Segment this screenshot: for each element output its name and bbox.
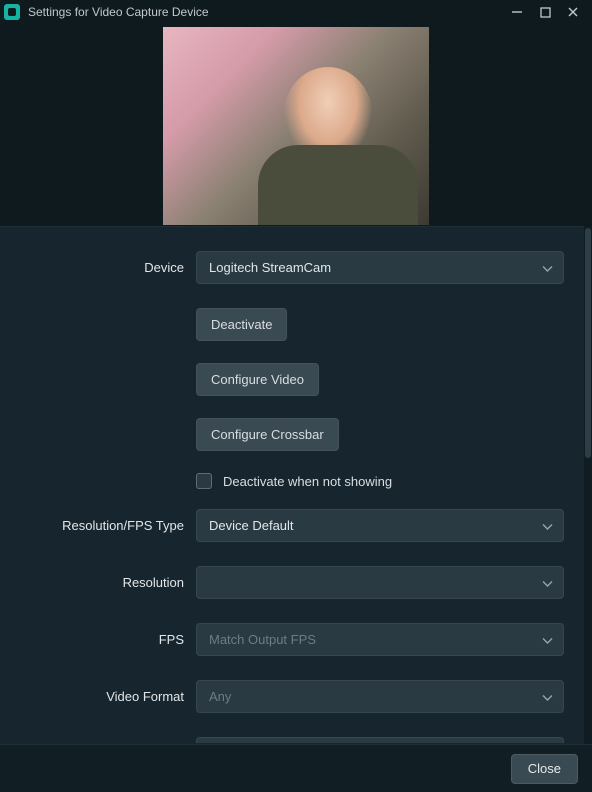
scrollbar-thumb[interactable] [585, 228, 591, 458]
chevron-down-icon [542, 260, 553, 275]
resolution-select[interactable] [196, 566, 564, 599]
device-select[interactable]: Logitech StreamCam [196, 251, 564, 284]
configure-crossbar-button[interactable]: Configure Crossbar [196, 418, 339, 451]
close-window-button[interactable] [566, 5, 580, 19]
deactivate-button[interactable]: Deactivate [196, 308, 287, 341]
video-format-label: Video Format [0, 689, 196, 704]
dialog-footer: Close [0, 744, 592, 792]
fps-label: FPS [0, 632, 196, 647]
res-fps-type-label: Resolution/FPS Type [0, 518, 196, 533]
chevron-down-icon [542, 632, 553, 647]
chevron-down-icon [542, 518, 553, 533]
maximize-button[interactable] [538, 5, 552, 19]
app-icon [4, 4, 20, 20]
minimize-button[interactable] [510, 5, 524, 19]
resolution-label: Resolution [0, 575, 196, 590]
res-fps-type-value: Device Default [209, 518, 294, 533]
chevron-down-icon [542, 689, 553, 704]
video-preview [162, 26, 430, 226]
titlebar: Settings for Video Capture Device [0, 0, 592, 24]
video-format-value: Any [209, 689, 231, 704]
preview-area [0, 24, 592, 226]
close-button[interactable]: Close [511, 754, 578, 784]
fps-value: Match Output FPS [209, 632, 316, 647]
device-label: Device [0, 260, 196, 275]
deactivate-when-not-showing-checkbox[interactable] [196, 473, 212, 489]
form-scrollbar[interactable] [584, 226, 592, 744]
configure-video-button[interactable]: Configure Video [196, 363, 319, 396]
settings-form: Device Logitech StreamCam Deactivate [0, 226, 584, 744]
device-select-value: Logitech StreamCam [209, 260, 331, 275]
res-fps-type-select[interactable]: Device Default [196, 509, 564, 542]
video-format-select[interactable]: Any [196, 680, 564, 713]
partial-select[interactable] [196, 737, 564, 743]
fps-select[interactable]: Match Output FPS [196, 623, 564, 656]
deactivate-when-not-showing-label: Deactivate when not showing [223, 474, 392, 489]
chevron-down-icon [542, 575, 553, 590]
window-title: Settings for Video Capture Device [28, 5, 510, 19]
